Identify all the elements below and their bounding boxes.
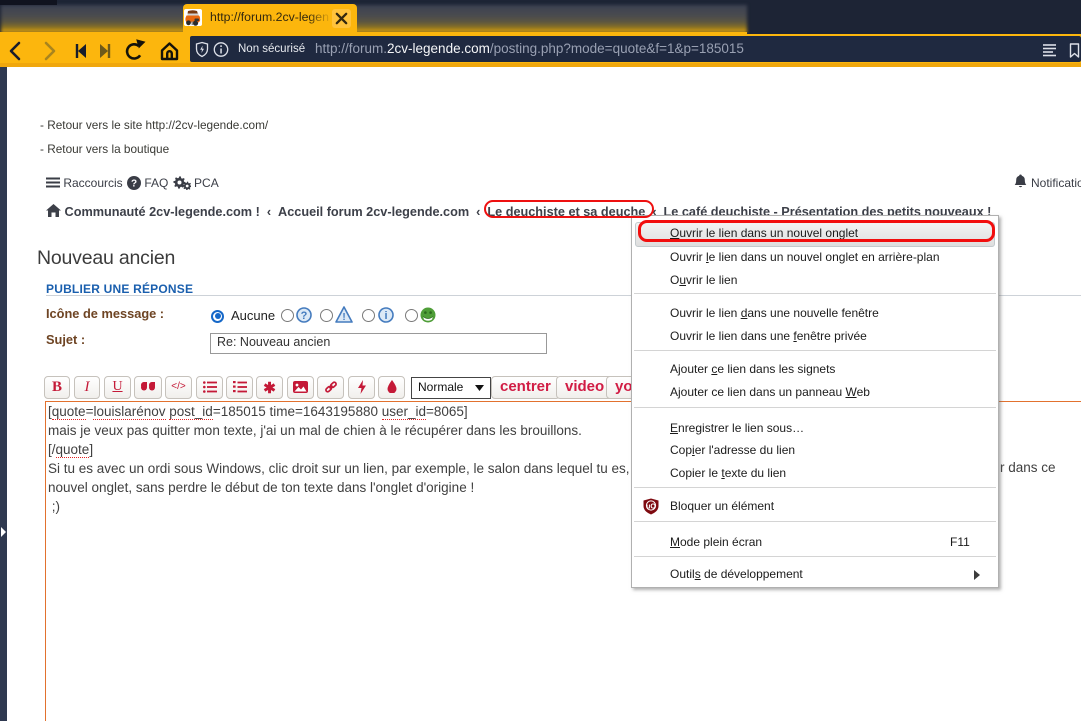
svg-text:i: i [384,310,387,322]
svg-text:?: ? [301,310,308,322]
svg-text:!: ! [342,312,345,323]
svg-text:?: ? [131,178,137,189]
svg-text:uO: uO [646,504,656,511]
